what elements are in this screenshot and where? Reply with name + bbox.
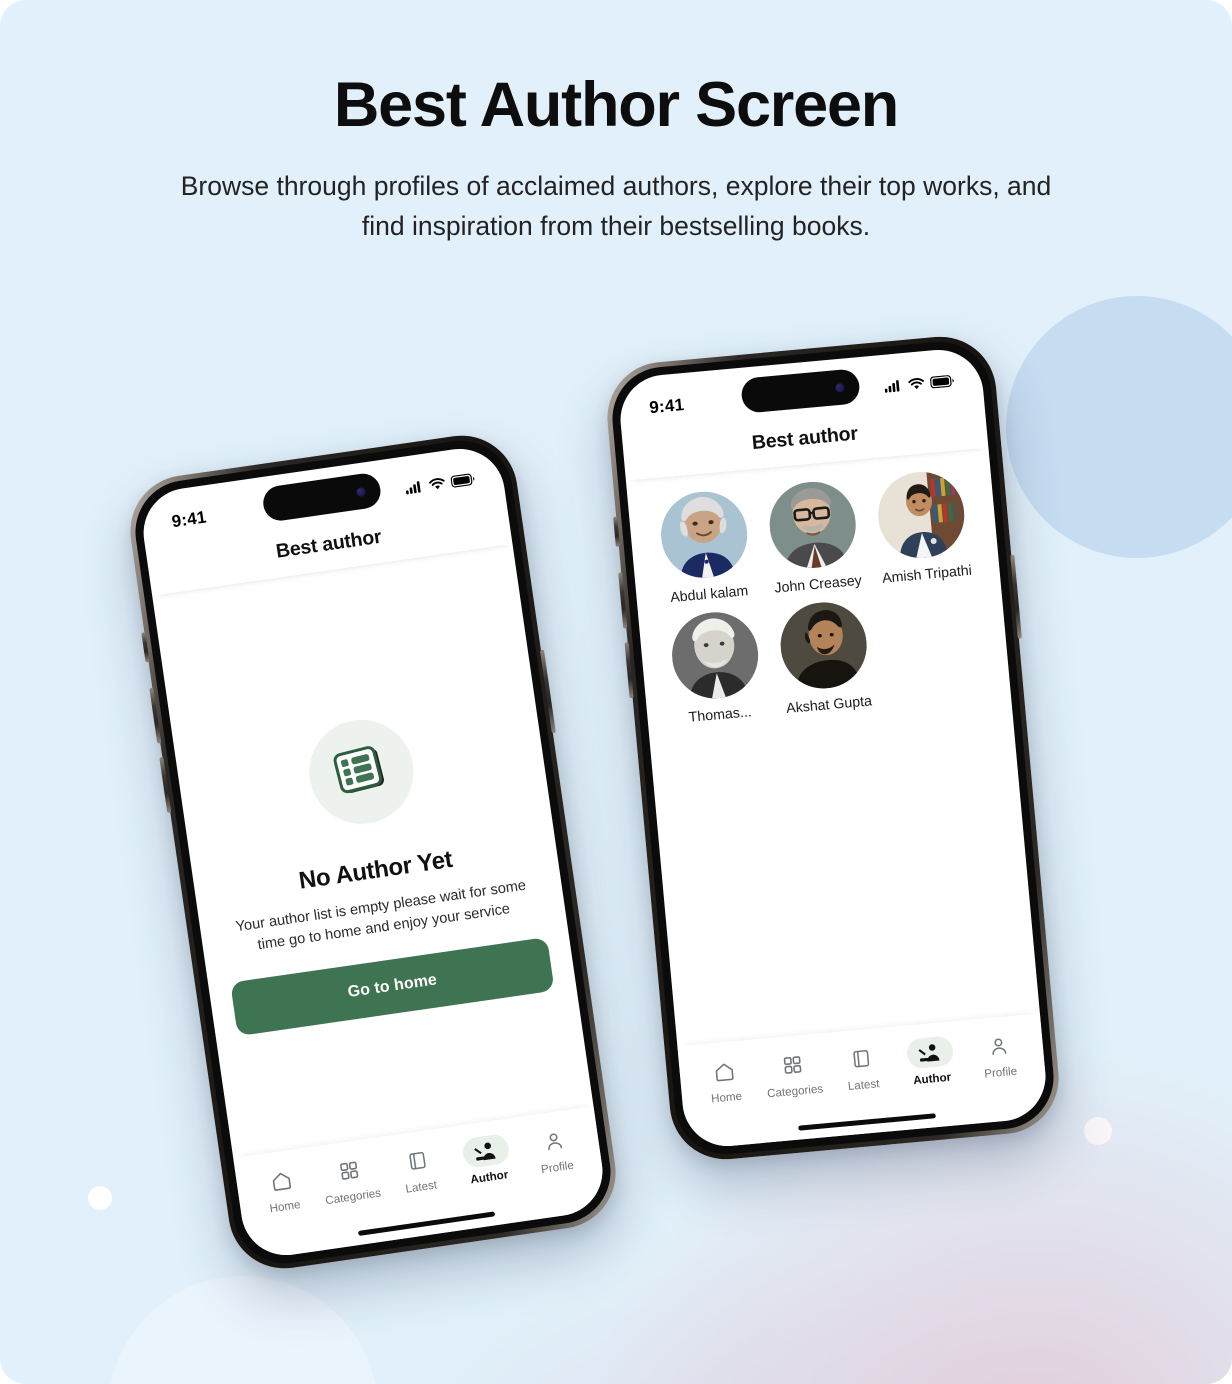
empty-state: No Author Yet Your author list is empty … [174,694,577,1039]
battery-icon [450,473,475,488]
tab-latest[interactable]: Latest [826,1041,899,1095]
dynamic-island [740,368,861,414]
bottom-tab-bar-left: Home Categories Latest Author Profile [233,1106,609,1262]
tab-label: Author [469,1168,510,1187]
tab-label: Home [710,1089,743,1106]
header-block: Best Author Screen Browse through profil… [0,0,1232,247]
tab-label: Categories [324,1186,382,1208]
author-card[interactable]: Abdul kalam [645,487,764,607]
author-name: John Creasey [773,572,863,597]
tab-home[interactable]: Home [689,1053,762,1107]
phone-bezel: 9:41 [607,337,1059,1159]
avatar-amish-tripathi [874,468,969,562]
author-name: Abdul kalam [669,583,749,607]
volume-down-button[interactable] [624,642,634,699]
tab-label: Latest [847,1077,880,1094]
front-camera-icon [834,382,845,393]
tab-profile[interactable]: Profile [517,1121,592,1178]
tab-label: Author [912,1070,952,1088]
home-icon [256,1162,306,1198]
avatar-john-creasey [765,478,860,572]
person-icon [974,1029,1023,1063]
list-document-icon [333,746,384,794]
phone-mockup-author-list: 9:41 Best author Abdul kalam John Crease… [602,331,1064,1165]
decorative-dot-right [1084,1117,1112,1145]
tab-categories[interactable]: Categories [313,1151,388,1208]
person-icon [529,1123,579,1159]
tab-latest[interactable]: Latest [381,1141,456,1198]
empty-state-icon-wrapper [302,712,421,831]
page-subtitle: Browse through profiles of acclaimed aut… [180,171,1052,242]
avatar [657,488,751,582]
author-card[interactable]: Akshat Gupta [765,598,884,718]
screen-canvas: Best Author Screen Browse through profil… [0,0,1232,1384]
status-time: 9:41 [170,507,208,532]
tab-author[interactable]: Author [449,1131,524,1188]
tab-label: Profile [540,1158,575,1177]
home-icon [700,1054,749,1088]
tab-label: Home [268,1198,302,1216]
decorative-dot-left [88,1186,112,1210]
book-icon [393,1143,443,1179]
author-icon [905,1035,955,1070]
avatar [874,468,969,562]
grid-icon [768,1048,817,1082]
phone-mockup-empty-state: 9:41 Best author No Author Yet Your auth… [122,428,624,1276]
phone-screen-right: 9:41 Best author Abdul kalam John Crease… [616,346,1050,1150]
front-camera-icon [355,486,367,497]
author-card[interactable]: John Creasey [754,477,873,597]
phone-screen-left: 9:41 Best author No Author Yet Your auth… [137,442,609,1262]
avatar [765,478,860,572]
status-time: 9:41 [648,395,685,418]
author-icon [460,1132,511,1170]
author-card[interactable]: Thomas... [656,608,775,728]
cellular-bars-icon [884,380,900,393]
battery-icon [930,375,954,389]
silent-switch[interactable] [613,516,620,547]
author-name: Akshat Gupta [785,693,873,718]
book-icon [837,1042,886,1076]
cellular-bars-icon [405,481,421,495]
tab-label: Categories [766,1082,824,1101]
author-card[interactable]: Amish Tripathi [863,467,982,587]
decorative-circle-blue [1006,296,1232,558]
author-name: Amish Tripathi [881,562,973,587]
grid-icon [324,1152,374,1188]
bottom-tab-bar-right: Home Categories Latest Author Profile [677,1013,1050,1150]
phone-bezel: 9:41 [128,433,618,1271]
volume-up-button[interactable] [618,572,628,629]
status-icons [405,473,476,495]
author-name: Thomas... [688,704,753,726]
decorative-circle-pale [108,1276,378,1384]
tab-profile[interactable]: Profile [963,1028,1036,1082]
status-icons [884,375,955,393]
avatar [776,598,871,693]
author-grid: Abdul kalam John Creasey Amish Tripathi … [626,448,1012,740]
tab-categories[interactable]: Categories [757,1047,830,1101]
tab-label: Profile [983,1064,1018,1081]
tab-author[interactable]: Author [894,1034,967,1088]
page-title: Best Author Screen [333,70,899,140]
silent-switch[interactable] [141,632,150,663]
wifi-icon [429,478,445,490]
tab-home[interactable]: Home [245,1161,320,1218]
avatar-thomas [668,608,762,703]
tab-label: Latest [404,1178,438,1196]
avatar [668,608,762,703]
avatar-akshat-gupta [776,598,871,693]
wifi-icon [908,378,924,390]
avatar-abdul-kalam [657,488,751,582]
